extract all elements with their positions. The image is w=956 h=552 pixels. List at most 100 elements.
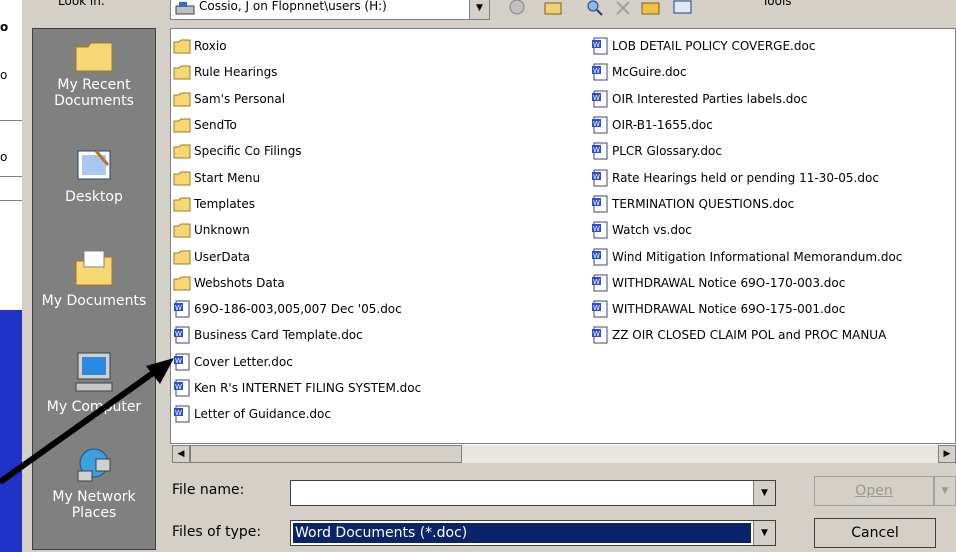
files-of-type-select[interactable]: Word Documents (*.doc) ▼ (290, 520, 776, 546)
svg-text:W: W (593, 330, 600, 338)
horizontal-scrollbar[interactable]: ◀ ▶ (172, 444, 956, 463)
search-web-icon[interactable] (584, 0, 606, 16)
files-of-type-value: Word Documents (*.doc) (293, 523, 751, 543)
folder-icon (173, 223, 191, 238)
item-label: Start Menu (194, 170, 261, 185)
file-item[interactable]: W Letter of Guidance.doc (173, 401, 421, 427)
look-in-label: Look in: (58, 0, 105, 8)
item-label: Templates (194, 196, 256, 211)
folder-item[interactable]: UserData (173, 243, 421, 269)
file-list[interactable]: Roxio Rule Hearings Sam's Personal SendTo Sp… (170, 28, 956, 444)
folder-item[interactable]: Rule Hearings (173, 59, 421, 85)
item-label: OIR-B1-1655.doc (612, 118, 713, 133)
open-label: Open (855, 483, 893, 499)
look-in-combo[interactable]: Cossio, J on Flopnnet\users (H:) ▼ (170, 0, 490, 20)
file-item[interactable]: W LOB DETAIL POLICY COVERGE.doc (591, 33, 902, 59)
file-name-input[interactable]: ▼ (290, 480, 776, 506)
views-icon[interactable] (672, 0, 694, 16)
folder-item[interactable]: Templates (173, 191, 421, 217)
cancel-label: Cancel (851, 525, 899, 541)
tools-menu[interactable]: Tools (762, 0, 792, 8)
file-item[interactable]: W PLCR Glossary.doc (591, 138, 902, 164)
file-item[interactable]: W Rate Hearings held or pending 11-30-05.… (591, 164, 902, 190)
file-item[interactable]: W Wind Mitigation Informational Memorandu… (591, 243, 902, 269)
network-icon (77, 448, 111, 482)
item-label: OIR Interested Parties labels.doc (612, 91, 808, 106)
place-my-network-places[interactable]: My Network Places (33, 445, 155, 521)
dialog-toolbar: Look in: Cossio, J on Flopnnet\users (H:… (22, 0, 956, 28)
up-folder-icon[interactable] (542, 0, 564, 16)
folder-icon (173, 250, 191, 265)
place-label: My Computer (46, 399, 142, 415)
background-divider (0, 120, 22, 121)
item-label: SendTo (194, 118, 237, 133)
folder-item[interactable]: Sam's Personal (173, 86, 421, 112)
back-icon[interactable] (506, 0, 528, 16)
file-item[interactable]: W OIR Interested Parties labels.doc (591, 86, 902, 112)
file-item[interactable]: W McGuire.doc (591, 59, 902, 85)
item-label: UserData (194, 249, 251, 264)
background-window-strip: o o o (0, 0, 22, 310)
folder-item[interactable]: Roxio (173, 33, 421, 59)
item-label: Unknown (194, 223, 250, 238)
open-button[interactable]: Open (814, 476, 934, 506)
folder-icon (173, 276, 191, 291)
file-item[interactable]: W Business Card Template.doc (173, 322, 421, 348)
place-label: Places (71, 505, 117, 521)
folder-item[interactable]: Webshots Data (173, 270, 421, 296)
scroll-right-button[interactable]: ▶ (938, 445, 956, 463)
file-item[interactable]: W OIR-B1-1655.doc (591, 112, 902, 138)
file-item[interactable]: W WITHDRAWAL Notice 69O-175-001.doc (591, 296, 902, 322)
file-item[interactable]: W ZZ OIR CLOSED CLAIM POL and PROC MANUA (591, 322, 902, 348)
item-label: ZZ OIR CLOSED CLAIM POL and PROC MANUA (612, 328, 887, 343)
word-document-icon: W (592, 37, 608, 55)
item-label: Sam's Personal (194, 91, 286, 106)
folder-item[interactable]: Unknown (173, 217, 421, 243)
scrollbar-thumb[interactable] (190, 445, 462, 463)
cancel-button[interactable]: Cancel (814, 518, 936, 548)
word-document-icon: W (592, 248, 608, 266)
svg-text:W: W (593, 120, 600, 128)
scroll-left-button[interactable]: ◀ (172, 445, 190, 463)
folder-item[interactable]: Specific Co Filings (173, 138, 421, 164)
file-item[interactable]: W 69O-186-003,005,007 Dec '05.doc (173, 296, 421, 322)
folder-icon (173, 118, 191, 133)
svg-text:W: W (593, 146, 600, 154)
svg-text:W: W (593, 252, 600, 260)
place-my-recent-documents[interactable]: My Recent Documents (33, 39, 155, 109)
file-item[interactable]: W TERMINATION QUESTIONS.doc (591, 191, 902, 217)
file-item[interactable]: W Ken R's INTERNET FILING SYSTEM.doc (173, 375, 421, 401)
word-document-icon: W (592, 169, 608, 187)
svg-text:W: W (593, 173, 600, 181)
place-my-computer[interactable]: My Computer (33, 351, 155, 415)
chevron-down-icon[interactable]: ▼ (469, 0, 489, 19)
folder-icon (173, 65, 191, 80)
item-label: Watch vs.doc (612, 223, 692, 238)
folder-item[interactable]: Start Menu (173, 164, 421, 190)
folder-item[interactable]: SendTo (173, 112, 421, 138)
open-options-dropdown[interactable]: ▼ (934, 476, 956, 506)
new-folder-icon[interactable] (640, 0, 662, 16)
file-name-label: File name: (172, 482, 245, 498)
word-document-icon: W (174, 353, 190, 371)
word-document-icon: W (592, 195, 608, 213)
item-label: WITHDRAWAL Notice 69O-170-003.doc (612, 275, 846, 290)
drive-icon (175, 2, 195, 15)
svg-text:W: W (593, 67, 600, 75)
item-label: Wind Mitigation Informational Memorandum… (612, 249, 903, 264)
files-of-type-label: Files of type: (172, 524, 262, 540)
delete-icon[interactable] (612, 0, 634, 16)
chevron-down-icon[interactable]: ▼ (753, 521, 775, 545)
word-document-icon: W (592, 63, 608, 81)
chevron-down-icon[interactable]: ▼ (753, 481, 775, 505)
item-label: WITHDRAWAL Notice 69O-175-001.doc (612, 302, 846, 317)
place-my-documents[interactable]: My Documents (33, 249, 155, 309)
file-item[interactable]: W Watch vs.doc (591, 217, 902, 243)
svg-text:W: W (175, 304, 182, 312)
file-item[interactable]: W WITHDRAWAL Notice 69O-170-003.doc (591, 270, 902, 296)
word-document-icon: W (592, 90, 608, 108)
file-item[interactable]: W Cover Letter.doc (173, 349, 421, 375)
place-desktop[interactable]: Desktop (33, 145, 155, 205)
svg-text:W: W (593, 225, 600, 233)
word-document-icon: W (174, 300, 190, 318)
